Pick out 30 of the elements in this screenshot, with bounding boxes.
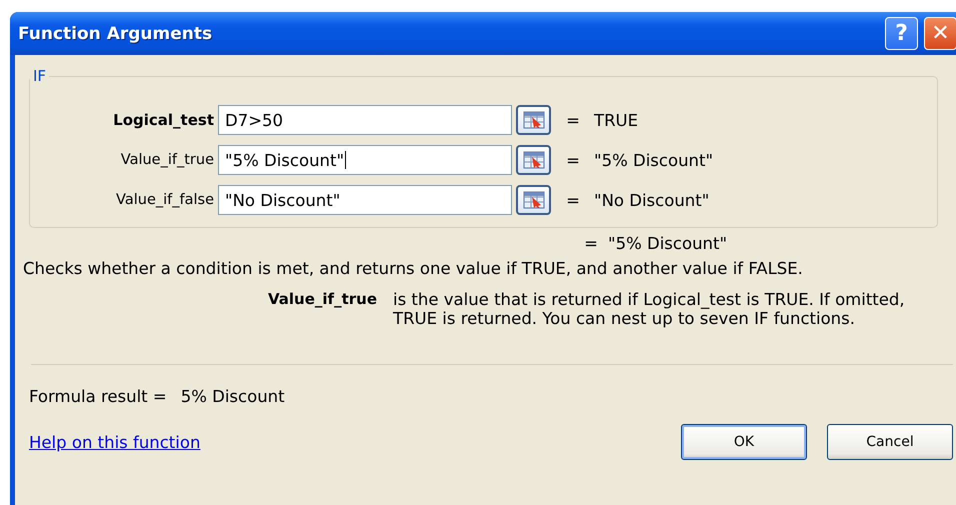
equals-sign: = — [583, 234, 599, 253]
argument-description: is the value that is returned if Logical_test is TRUE. If omitted, TRUE is returned. You can nest up to seven IF functions. — [393, 290, 906, 328]
collapse-button[interactable] — [516, 185, 551, 215]
collapse-button[interactable] — [516, 105, 551, 135]
ok-button[interactable]: OK — [681, 424, 807, 460]
equals-sign: = — [565, 110, 581, 130]
formula-result-value: 5% Discount — [180, 387, 285, 406]
cell-reference-icon — [522, 191, 544, 209]
group-title: IF — [32, 67, 48, 85]
argument-name: Value_if_true — [267, 290, 378, 308]
argument-field[interactable]: "No Discount" — [218, 185, 512, 215]
argument-label: Value_if_true — [120, 152, 214, 168]
argument-result: "5% Discount" — [594, 150, 714, 170]
argument-field[interactable]: D7>50 — [218, 105, 512, 135]
argument-label: Value_if_false — [115, 192, 214, 208]
equals-sign: = — [565, 190, 581, 210]
window-title: Function Arguments — [18, 24, 214, 44]
cell-reference-icon — [522, 111, 544, 129]
collapse-button[interactable] — [516, 145, 551, 175]
argument-label: Logical_test — [112, 111, 214, 129]
argument-result: TRUE — [594, 110, 640, 130]
cancel-button[interactable]: Cancel — [827, 424, 953, 460]
equals-sign: = — [565, 150, 581, 170]
cell-reference-icon — [522, 151, 544, 169]
argument-field[interactable]: "5% Discount" — [218, 145, 512, 175]
formula-result-label: Formula result = — [29, 387, 167, 406]
help-link[interactable]: Help on this function — [29, 432, 661, 452]
function-result: "5% Discount" — [608, 234, 728, 253]
function-description: Checks whether a condition is met, and returns one value if TRUE, and another value if FALSE. — [23, 259, 804, 278]
argument-result: "No Discount" — [594, 190, 710, 210]
